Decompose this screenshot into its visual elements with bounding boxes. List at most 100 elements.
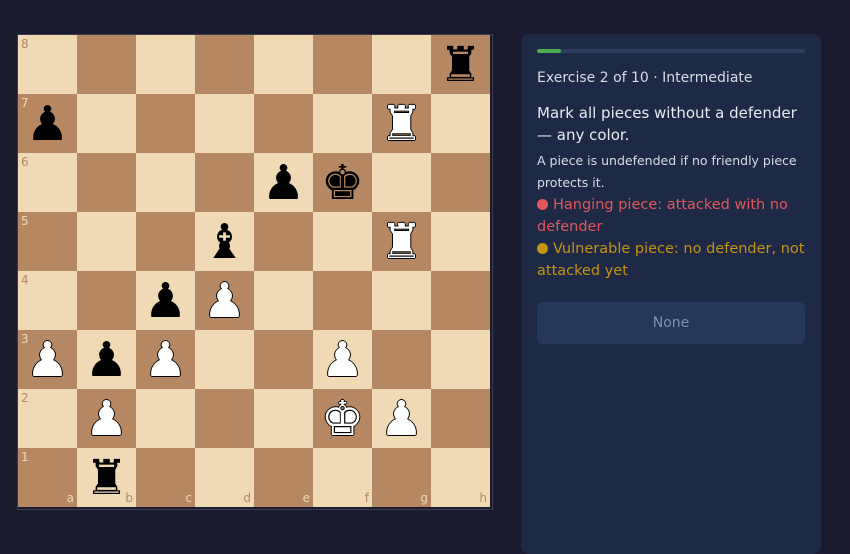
- square-c2[interactable]: [136, 389, 195, 448]
- chess-board: 8 ♜ 7 ♟ ♜ 6 ♟ ♚ 5 ♝ ♜ 4 ♟ ♟ 3 ♟ ♟ ♟ ♟ 2 ♟ ♚ ♟ 1 a b ♜ c d e f g h: [17, 34, 493, 510]
- square-c3[interactable]: ♟: [136, 330, 195, 389]
- white-pawn-icon[interactable]: ♟: [85, 395, 128, 443]
- square-d5[interactable]: ♝: [195, 212, 254, 271]
- legend-hanging-label: Hanging piece: attacked with no defender: [537, 197, 788, 235]
- square-f1[interactable]: f: [313, 448, 372, 507]
- rank-label: 5: [21, 214, 29, 228]
- square-a2[interactable]: 2: [18, 389, 77, 448]
- square-d4[interactable]: ♟: [195, 271, 254, 330]
- black-pawn-icon[interactable]: ♟: [144, 277, 187, 325]
- square-b3[interactable]: ♟: [77, 330, 136, 389]
- square-e3[interactable]: [254, 330, 313, 389]
- square-e2[interactable]: [254, 389, 313, 448]
- square-h6[interactable]: [431, 153, 490, 212]
- rank-label: 6: [21, 155, 29, 169]
- square-d2[interactable]: [195, 389, 254, 448]
- white-rook-icon[interactable]: ♜: [380, 100, 423, 148]
- square-h7[interactable]: [431, 94, 490, 153]
- square-b6[interactable]: [77, 153, 136, 212]
- square-d1[interactable]: d: [195, 448, 254, 507]
- square-b8[interactable]: [77, 35, 136, 94]
- white-pawn-icon[interactable]: ♟: [144, 336, 187, 384]
- black-pawn-icon[interactable]: ♟: [85, 336, 128, 384]
- square-a5[interactable]: 5: [18, 212, 77, 271]
- square-c1[interactable]: c: [136, 448, 195, 507]
- file-label: f: [364, 491, 369, 505]
- white-rook-icon[interactable]: ♜: [380, 218, 423, 266]
- square-b5[interactable]: [77, 212, 136, 271]
- black-pawn-icon[interactable]: ♟: [26, 100, 69, 148]
- square-c6[interactable]: [136, 153, 195, 212]
- square-c7[interactable]: [136, 94, 195, 153]
- white-pawn-icon[interactable]: ♟: [203, 277, 246, 325]
- white-king-icon[interactable]: ♚: [321, 395, 364, 443]
- square-b4[interactable]: [77, 271, 136, 330]
- square-b1[interactable]: b ♜: [77, 448, 136, 507]
- square-b2[interactable]: ♟: [77, 389, 136, 448]
- square-g3[interactable]: [372, 330, 431, 389]
- white-pawn-icon[interactable]: ♟: [380, 395, 423, 443]
- square-a8[interactable]: 8: [18, 35, 77, 94]
- square-g5[interactable]: ♜: [372, 212, 431, 271]
- square-a6[interactable]: 6: [18, 153, 77, 212]
- none-button[interactable]: None: [537, 302, 805, 344]
- square-a4[interactable]: 4: [18, 271, 77, 330]
- file-label: c: [185, 491, 192, 505]
- white-pawn-icon[interactable]: ♟: [321, 336, 364, 384]
- square-d3[interactable]: [195, 330, 254, 389]
- square-e8[interactable]: [254, 35, 313, 94]
- square-d6[interactable]: [195, 153, 254, 212]
- square-g8[interactable]: [372, 35, 431, 94]
- square-g1[interactable]: g: [372, 448, 431, 507]
- black-king-icon[interactable]: ♚: [321, 159, 364, 207]
- square-a1[interactable]: 1a: [18, 448, 77, 507]
- file-label: g: [420, 491, 428, 505]
- red-dot-icon: [537, 199, 548, 210]
- square-e1[interactable]: e: [254, 448, 313, 507]
- square-a7[interactable]: 7 ♟: [18, 94, 77, 153]
- square-e6[interactable]: ♟: [254, 153, 313, 212]
- square-c5[interactable]: [136, 212, 195, 271]
- square-h8[interactable]: ♜: [431, 35, 490, 94]
- square-f2[interactable]: ♚: [313, 389, 372, 448]
- square-f5[interactable]: [313, 212, 372, 271]
- square-f7[interactable]: [313, 94, 372, 153]
- square-a3[interactable]: 3 ♟: [18, 330, 77, 389]
- square-e4[interactable]: [254, 271, 313, 330]
- legend-vulnerable-label: Vulnerable piece: no defender, not attac…: [537, 241, 805, 279]
- black-bishop-icon[interactable]: ♝: [203, 218, 246, 266]
- square-f8[interactable]: [313, 35, 372, 94]
- white-pawn-icon[interactable]: ♟: [26, 336, 69, 384]
- square-h1[interactable]: h: [431, 448, 490, 507]
- square-d7[interactable]: [195, 94, 254, 153]
- black-rook-icon[interactable]: ♜: [85, 454, 128, 502]
- square-f4[interactable]: [313, 271, 372, 330]
- square-d8[interactable]: [195, 35, 254, 94]
- square-h4[interactable]: [431, 271, 490, 330]
- black-pawn-icon[interactable]: ♟: [262, 159, 305, 207]
- square-c8[interactable]: [136, 35, 195, 94]
- square-f6[interactable]: ♚: [313, 153, 372, 212]
- square-e5[interactable]: [254, 212, 313, 271]
- file-label: b: [125, 491, 133, 505]
- square-g6[interactable]: [372, 153, 431, 212]
- yellow-dot-icon: [537, 243, 548, 254]
- file-label: a: [66, 491, 74, 505]
- rank-label: 7: [21, 96, 29, 110]
- square-e7[interactable]: [254, 94, 313, 153]
- square-g4[interactable]: [372, 271, 431, 330]
- square-f3[interactable]: ♟: [313, 330, 372, 389]
- rank-label: 1: [21, 450, 29, 464]
- square-h5[interactable]: [431, 212, 490, 271]
- square-h2[interactable]: [431, 389, 490, 448]
- square-b7[interactable]: [77, 94, 136, 153]
- black-rook-icon[interactable]: ♜: [439, 41, 482, 89]
- rank-label: 8: [21, 37, 29, 51]
- explanation-text: A piece is undefended if no friendly pie…: [537, 153, 797, 190]
- square-g2[interactable]: ♟: [372, 389, 431, 448]
- square-g7[interactable]: ♜: [372, 94, 431, 153]
- square-c4[interactable]: ♟: [136, 271, 195, 330]
- progress-fill: [537, 49, 562, 53]
- square-h3[interactable]: [431, 330, 490, 389]
- rank-label: 3: [21, 332, 29, 346]
